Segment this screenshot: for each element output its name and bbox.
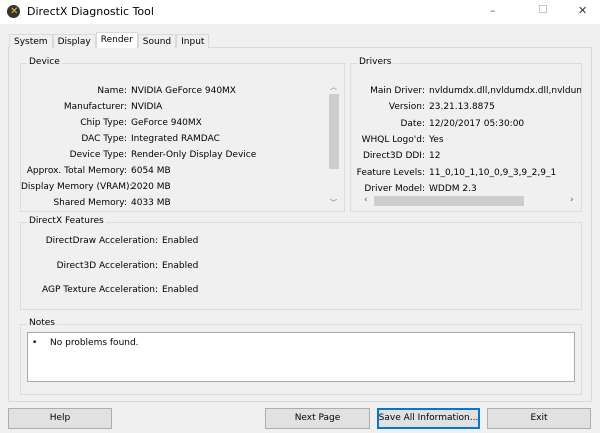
features-value: Enabled (162, 285, 199, 295)
tab-render[interactable]: Render (95, 32, 138, 48)
maximize-button[interactable]: ☐ (538, 3, 548, 16)
drivers-label: Direct3D DDI: (362, 151, 425, 162)
features-label: DirectDraw Acceleration: (45, 236, 158, 246)
drivers-label: Driver Model: (364, 183, 425, 194)
features-group-title: DirectX Features (27, 216, 106, 226)
notes-list[interactable]: • No problems found. (27, 332, 575, 382)
features-value: Enabled (162, 260, 199, 271)
scroll-thumb[interactable] (374, 196, 524, 206)
scroll-up-arrow-icon[interactable]: ︿ (330, 82, 337, 92)
scroll-thumb[interactable] (329, 94, 339, 169)
directx-features-group: DirectX Features DirectDraw Acceleration… (20, 216, 582, 310)
scroll-left-arrow-icon[interactable]: ‹ (364, 195, 368, 205)
bullet: • (32, 338, 38, 348)
device-label: Manufacturer: (63, 102, 127, 112)
tab-input[interactable]: Input (176, 34, 210, 48)
device-group-title: Device (27, 57, 62, 67)
drivers-label: WHQL Logo'd: (361, 134, 425, 145)
help-button[interactable]: Help (8, 408, 112, 429)
drivers-value: WDDM 2.3 (429, 183, 477, 194)
tab-sound[interactable]: Sound (137, 34, 177, 48)
drivers-value: 12/20/2017 05:30:00 (429, 118, 525, 129)
tab-system[interactable]: System (9, 34, 53, 48)
notes-group-title: Notes (27, 318, 57, 328)
tab-bar: System Display Render Sound Input (9, 32, 210, 48)
device-value: NVIDIA (131, 102, 163, 112)
drivers-label: Version: (388, 102, 425, 113)
device-label: Device Type: (69, 150, 127, 160)
drivers-value: Yes (429, 134, 444, 145)
device-label: Name: (97, 86, 127, 96)
exit-button[interactable]: Exit (487, 408, 591, 429)
scroll-down-arrow-icon[interactable]: ﹀ (330, 198, 337, 208)
features-label: Direct3D Acceleration: (56, 260, 158, 271)
close-button[interactable]: ✕ (578, 4, 587, 17)
device-value: Render-Only Display Device (131, 150, 257, 160)
drivers-horizontal-scrollbar[interactable]: ‹ › (362, 195, 578, 207)
title-bar: ✕ DirectX Diagnostic Tool – ☐ ✕ (0, 0, 600, 24)
device-label: DAC Type: (81, 134, 127, 144)
features-value: Enabled (162, 236, 199, 246)
drivers-label: Feature Levels: (356, 167, 425, 178)
drivers-value: 12 (429, 151, 441, 162)
features-label: AGP Texture Acceleration: (41, 285, 158, 295)
device-value: NVIDIA GeForce 940MX (131, 86, 236, 96)
device-group: Device Name: NVIDIA GeForce 940MX Manufact… (20, 57, 345, 212)
note-item: No problems found. (50, 338, 139, 348)
minimize-button[interactable]: – (490, 4, 496, 17)
window-title: DirectX Diagnostic Tool (27, 5, 154, 18)
tab-display[interactable]: Display (52, 34, 96, 48)
device-value: GeForce 940MX (131, 118, 202, 128)
device-label: Approx. Total Memory: (26, 166, 127, 176)
drivers-group: Drivers Main Driver: nvldumdx.dll,nvldumd… (350, 57, 582, 212)
device-value: 6054 MB (131, 166, 171, 176)
save-all-information-button[interactable]: Save All Information... (377, 408, 480, 429)
device-value: 4033 MB (131, 198, 171, 208)
device-label: Shared Memory: (53, 198, 127, 208)
device-value: Integrated RAMDAC (131, 134, 220, 144)
next-page-button[interactable]: Next Page (265, 408, 370, 429)
notes-group: Notes • No problems found. (20, 318, 582, 395)
device-vertical-scrollbar[interactable]: ︿ ﹀ (328, 82, 340, 210)
drivers-value: 23.21.13.8875 (429, 102, 495, 113)
device-value: 2020 MB (131, 182, 171, 192)
drivers-value: 11_0,10_1,10_0,9_3,9_2,9_1 (429, 167, 557, 178)
directx-icon: ✕ (7, 5, 20, 18)
drivers-label: Date: (400, 118, 425, 129)
scroll-right-arrow-icon[interactable]: › (570, 195, 574, 205)
device-label: Chip Type: (80, 118, 127, 128)
device-label: Display Memory (VRAM): (21, 182, 133, 192)
drivers-label: Main Driver: (370, 86, 425, 96)
drivers-value: nvldumdx.dll,nvldumdx.dll,nvldumdx.d (429, 86, 581, 96)
